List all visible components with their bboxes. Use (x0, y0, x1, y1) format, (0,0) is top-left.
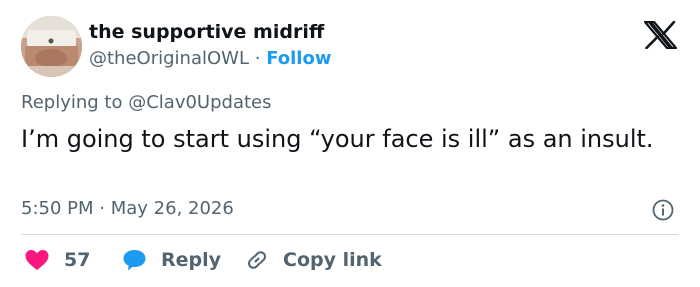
avatar[interactable] (21, 16, 82, 77)
like-button[interactable]: 57 (24, 247, 90, 273)
info-icon[interactable] (651, 198, 675, 222)
time-separator: · (99, 198, 105, 219)
tweet-time: 5:50 PM (21, 198, 94, 219)
reply-label: Reply (161, 249, 222, 271)
tweet-text: I’m going to start using “your face is i… (21, 125, 654, 153)
author-display-name[interactable]: the supportive midriff (89, 21, 324, 43)
replying-to-line: Replying to @Clav0Updates (21, 92, 272, 113)
speech-bubble-icon (123, 250, 146, 271)
handle-separator: · (254, 48, 261, 69)
divider (21, 234, 679, 235)
like-count: 57 (64, 249, 91, 271)
tweet-date: May 26, 2026 (110, 198, 234, 219)
link-icon (248, 251, 266, 269)
tweet-card: the supportive midriff @theOriginalOWL ·… (0, 0, 700, 287)
author-handle[interactable]: @theOriginalOWL (89, 48, 249, 69)
author-handle-line: @theOriginalOWL · Follow (89, 48, 331, 69)
replying-to-handle[interactable]: @Clav0Updates (128, 92, 271, 113)
avatar-image (21, 16, 82, 77)
copy-link-button[interactable]: Copy link (245, 247, 382, 273)
x-logo-icon[interactable] (644, 21, 677, 49)
reply-button[interactable]: Reply (122, 247, 221, 273)
follow-button[interactable]: Follow (266, 48, 331, 69)
timestamp[interactable]: 5:50 PM · May 26, 2026 (21, 198, 234, 219)
heart-icon (25, 250, 49, 270)
replying-prefix: Replying to (21, 92, 123, 113)
copy-link-label: Copy link (283, 249, 382, 271)
